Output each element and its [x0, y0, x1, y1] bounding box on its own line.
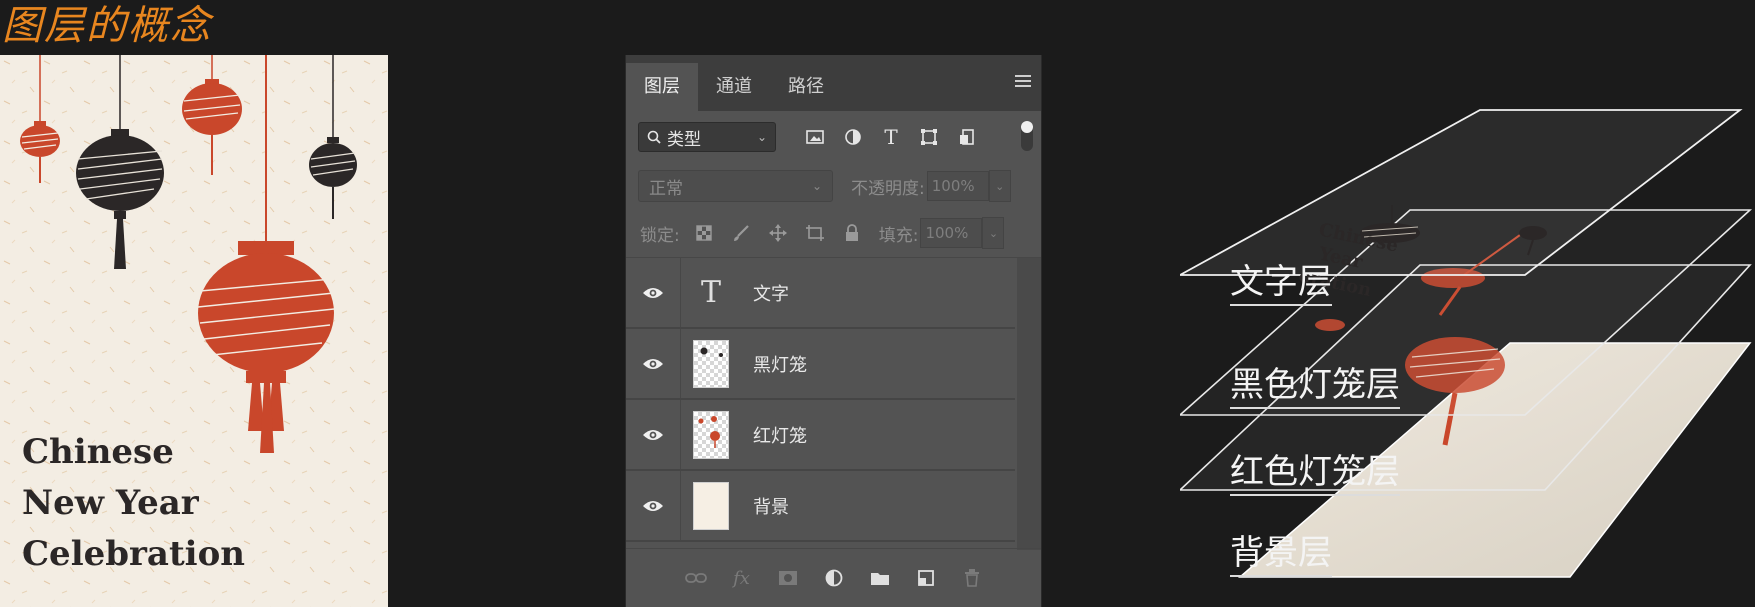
text-layer-icon: T [700, 275, 721, 310]
layer-row-red-lantern[interactable]: 红灯笼 [626, 400, 1015, 471]
layer-list: T 文字 黑灯笼 红灯笼 背景 [626, 258, 1041, 550]
visibility-eye-icon[interactable] [626, 471, 681, 540]
page-title: 图层的概念 [2, 3, 212, 49]
poster-title-line-1: Chinese [22, 432, 174, 472]
opacity-field[interactable]: 100% [926, 171, 989, 201]
panel-menu-icon[interactable] [1015, 75, 1031, 87]
poster-title: Chinese New Year Celebration [22, 427, 245, 580]
panel-footer: fx [626, 548, 1041, 607]
folder-icon[interactable] [868, 566, 892, 590]
tab-layers[interactable]: 图层 [626, 63, 698, 111]
adjustment-filter-icon[interactable] [834, 122, 872, 152]
poster-canvas: Chinese New Year Celebration [0, 55, 388, 607]
chevron-down-icon: ⌄ [811, 179, 822, 193]
lock-position-icon[interactable] [760, 219, 797, 247]
panel-tabs: 图层 通道 路径 [626, 55, 1041, 111]
chevron-down-icon: ⌄ [756, 130, 767, 144]
fill-label: 填充: [878, 225, 919, 246]
trash-icon[interactable] [960, 566, 984, 590]
visibility-eye-icon[interactable] [626, 329, 681, 398]
lock-image-pixels-icon[interactable] [723, 219, 760, 247]
adjustment-icon[interactable] [822, 566, 846, 590]
layer-stack-diagram: Chinese Year oration [1180, 109, 1753, 578]
shape-filter-icon[interactable] [910, 122, 948, 152]
layer-thumbnail [693, 339, 729, 388]
stack-label-red-lantern-layer: 红色灯笼层 [1230, 452, 1400, 496]
layer-name[interactable]: 文字 [753, 280, 789, 306]
layer-row-black-lantern[interactable]: 黑灯笼 [626, 329, 1015, 400]
blend-row: 正常 ⌄ 不透明度: 100% ⌄ [626, 163, 1041, 209]
search-icon [647, 130, 661, 144]
tab-paths[interactable]: 路径 [770, 63, 842, 111]
blend-mode-select[interactable]: 正常 ⌄ [638, 170, 833, 202]
opacity-label: 不透明度: [851, 178, 925, 199]
stack-label-background-layer: 背景层 [1230, 533, 1332, 577]
layer-row-background[interactable]: 背景 [626, 471, 1015, 542]
layer-name[interactable]: 背景 [753, 493, 789, 519]
new-layer-icon[interactable] [914, 566, 938, 590]
fill-field[interactable]: 100% [920, 218, 983, 248]
poster-title-line-2: New Year [22, 483, 199, 523]
stack-label-black-lantern-layer: 黑色灯笼层 [1230, 365, 1400, 409]
fx-icon[interactable]: fx [730, 566, 754, 590]
layers-panel: 图层 通道 路径 类型 ⌄ T 正常 ⌄ 不透明度: 100% ⌄ 锁定: 填充… [625, 55, 1042, 607]
layer-row-text[interactable]: T 文字 [626, 258, 1015, 329]
tab-channels[interactable]: 通道 [698, 63, 770, 111]
visibility-eye-icon[interactable] [626, 258, 681, 327]
filter-kind-label: 类型 [667, 129, 701, 150]
layer-name[interactable]: 黑灯笼 [753, 351, 807, 377]
lock-transparent-pixels-icon[interactable] [686, 219, 723, 247]
layer-thumbnail [693, 410, 729, 459]
lock-label: 锁定: [640, 225, 680, 246]
poster-title-line-3: Celebration [22, 534, 245, 574]
image-filter-icon[interactable] [796, 122, 834, 152]
stack-label-text-layer: 文字层 [1230, 262, 1332, 306]
fill-chevron-icon[interactable]: ⌄ [982, 217, 1005, 249]
opacity-chevron-icon[interactable]: ⌄ [988, 170, 1011, 202]
type-filter-icon[interactable]: T [872, 122, 910, 152]
lock-row: 锁定: 填充: 100% ⌄ [626, 209, 1041, 258]
lock-all-icon[interactable] [834, 219, 871, 247]
filter-row: 类型 ⌄ T [626, 111, 1041, 163]
layer-list-scrollbar[interactable] [1017, 258, 1041, 550]
layer-name[interactable]: 红灯笼 [753, 422, 807, 448]
filter-toggle-switch[interactable] [1021, 121, 1033, 151]
blend-mode-value: 正常 [649, 178, 683, 199]
smart-object-filter-icon[interactable] [948, 122, 986, 152]
filter-kind-select[interactable]: 类型 ⌄ [638, 122, 776, 152]
visibility-eye-icon[interactable] [626, 400, 681, 469]
lock-artboard-icon[interactable] [797, 219, 834, 247]
link-icon[interactable] [684, 566, 708, 590]
layer-thumbnail [693, 481, 729, 530]
mask-icon[interactable] [776, 566, 800, 590]
